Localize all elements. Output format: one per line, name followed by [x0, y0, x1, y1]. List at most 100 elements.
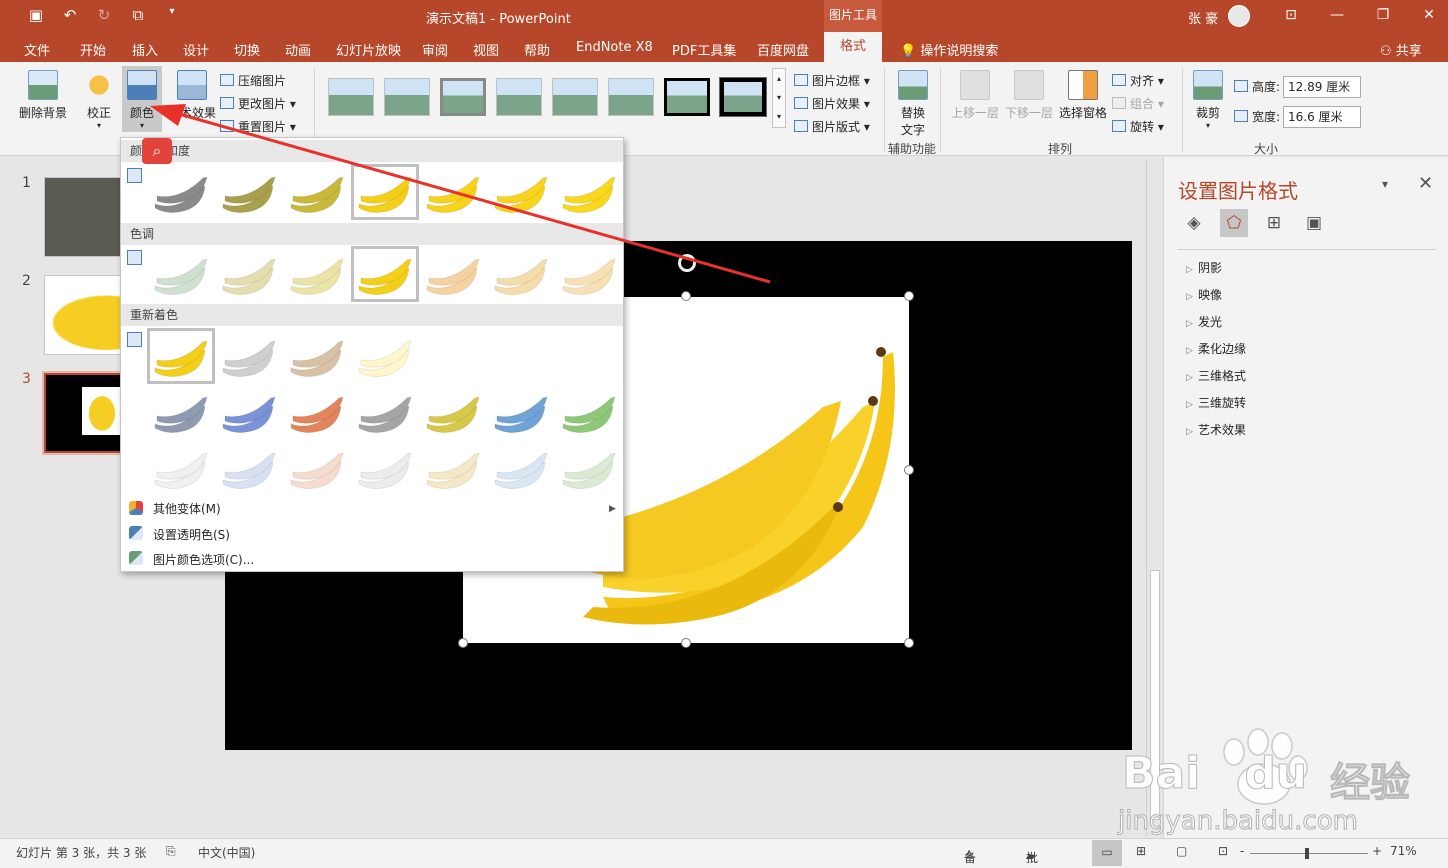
language-status[interactable]: 中文(中国) [198, 844, 255, 861]
recolor-swatch[interactable] [355, 332, 415, 380]
picture-layout-button[interactable]: 图片版式 ▾ [794, 118, 870, 135]
saturation-swatch[interactable] [151, 168, 211, 216]
recolor-swatch[interactable] [491, 444, 551, 492]
ribbon-display-icon[interactable]: ⊡ [1268, 0, 1314, 32]
saturation-swatch[interactable] [559, 168, 619, 216]
selection-pane-button[interactable]: 选择窗格 [1058, 70, 1108, 121]
slide-sorter-icon[interactable]: ⊞ [1136, 844, 1146, 858]
tab-file[interactable]: 文件 [24, 40, 50, 59]
normal-view-icon[interactable]: ▭ [1092, 840, 1122, 866]
recolor-swatch[interactable] [151, 444, 211, 492]
change-picture-button[interactable]: 更改图片 ▾ [220, 95, 296, 112]
recolor-swatch[interactable] [287, 444, 347, 492]
recolor-swatch[interactable] [355, 388, 415, 436]
tell-me-search[interactable]: 💡 操作说明搜索 [900, 40, 998, 59]
reset-picture-button[interactable]: 重置图片 ▾ [220, 118, 296, 135]
resize-handle[interactable] [904, 291, 914, 301]
recolor-swatch[interactable] [219, 444, 279, 492]
picture-style-5[interactable] [552, 78, 598, 116]
recolor-swatch[interactable] [491, 388, 551, 436]
pane-item-glow[interactable]: ▷ 发光 [1186, 313, 1222, 330]
tab-help[interactable]: 帮助 [524, 40, 550, 59]
picture-style-4[interactable] [496, 78, 542, 116]
zoom-in-button[interactable]: + [1372, 844, 1382, 858]
zoom-out-button[interactable]: - [1240, 844, 1244, 858]
alt-text-button[interactable]: 替换 文字 [894, 70, 932, 138]
picture-border-button[interactable]: 图片边框 ▾ [794, 72, 870, 89]
group-button[interactable]: 组合 ▾ [1112, 95, 1164, 112]
recolor-swatch[interactable] [559, 444, 619, 492]
picture-color-options-item[interactable]: 图片颜色选项(C)... [153, 551, 254, 568]
recolor-swatch[interactable] [355, 444, 415, 492]
height-input[interactable]: 12.89 厘米 [1283, 76, 1361, 98]
picture-style-7[interactable] [664, 78, 710, 116]
customize-qat-icon[interactable]: ▾ [162, 6, 182, 24]
resize-handle[interactable] [681, 638, 691, 648]
zoom-slider[interactable] [1250, 853, 1368, 854]
redo-icon[interactable]: ↻ [94, 6, 114, 24]
zoom-slider-knob[interactable] [1305, 848, 1309, 859]
width-input[interactable]: 16.6 厘米 [1283, 106, 1361, 128]
recolor-swatch[interactable] [219, 332, 279, 380]
resize-handle[interactable] [904, 465, 914, 475]
tone-swatch[interactable] [151, 250, 211, 298]
recolor-swatch[interactable] [287, 332, 347, 380]
tab-design[interactable]: 设计 [183, 40, 209, 59]
recolor-swatch[interactable] [219, 388, 279, 436]
resize-handle[interactable] [681, 291, 691, 301]
avatar[interactable] [1228, 5, 1250, 27]
close-icon[interactable]: ✕ [1418, 173, 1433, 194]
picture-effects-button[interactable]: 图片效果 ▾ [794, 95, 870, 112]
recolor-swatch[interactable] [287, 388, 347, 436]
saturation-swatch[interactable] [287, 168, 347, 216]
picture-style-3[interactable] [440, 78, 486, 116]
set-transparent-color-item[interactable]: 设置透明色(S) [153, 526, 230, 543]
tab-view[interactable]: 视图 [473, 40, 499, 59]
tab-transitions[interactable]: 切换 [234, 40, 260, 59]
minimize-icon[interactable]: — [1314, 0, 1360, 32]
user-name[interactable]: 张 豪 [1188, 8, 1218, 27]
picture-style-1[interactable] [328, 78, 374, 116]
tab-animations[interactable]: 动画 [285, 40, 311, 59]
send-backward-button[interactable]: 下移一层 [1004, 70, 1054, 121]
tab-home[interactable]: 开始 [80, 40, 106, 59]
tone-swatch[interactable] [423, 250, 483, 298]
zoom-level[interactable]: 71% [1390, 844, 1417, 858]
tone-swatch[interactable] [287, 250, 347, 298]
tab-pdf-tools[interactable]: PDF工具集 [672, 40, 736, 59]
saturation-swatch[interactable] [219, 168, 279, 216]
pane-item-3d-rotation[interactable]: ▷ 三维旋转 [1186, 394, 1246, 411]
rotate-button[interactable]: 旋转 ▾ [1112, 118, 1164, 135]
size-properties-icon[interactable]: ⊞ [1260, 209, 1288, 237]
pane-item-shadow[interactable]: ▷ 阴影 [1186, 259, 1222, 276]
save-icon[interactable]: ▣ [26, 6, 46, 24]
rotate-handle[interactable] [678, 254, 696, 272]
artistic-effects-button[interactable]: 艺术效果 [168, 70, 216, 121]
tab-slideshow[interactable]: 幻灯片放映 [336, 40, 401, 59]
recolor-swatch[interactable] [147, 328, 215, 384]
pane-item-3d-format[interactable]: ▷ 三维格式 [1186, 367, 1246, 384]
saturation-swatch[interactable] [491, 168, 551, 216]
recolor-swatch[interactable] [423, 444, 483, 492]
bring-forward-button[interactable]: 上移一层 [950, 70, 1000, 121]
resize-handle[interactable] [904, 638, 914, 648]
undo-icon[interactable]: ↶ [60, 6, 80, 24]
tone-swatch[interactable] [559, 250, 619, 298]
tone-swatch[interactable] [491, 250, 551, 298]
resize-handle[interactable] [458, 638, 468, 648]
picture-style-2[interactable] [384, 78, 430, 116]
spellcheck-icon[interactable]: ⎘ [166, 844, 176, 859]
recolor-swatch[interactable] [491, 332, 551, 380]
picture-style-6[interactable] [608, 78, 654, 116]
compress-pictures-button[interactable]: 压缩图片 [220, 72, 286, 89]
tab-baidu-netdisk[interactable]: 百度网盘 [757, 40, 809, 59]
fill-line-icon[interactable]: ◈ [1180, 209, 1208, 237]
restore-icon[interactable]: ❐ [1360, 0, 1406, 32]
close-icon[interactable]: ✕ [1406, 0, 1448, 32]
saturation-swatch[interactable] [351, 164, 419, 220]
pane-item-soft-edges[interactable]: ▷ 柔化边缘 [1186, 340, 1246, 357]
align-button[interactable]: 对齐 ▾ [1112, 72, 1164, 89]
corrections-button[interactable]: 校正 ▾ [82, 70, 116, 130]
gallery-scroll[interactable]: ▴ ▾ ▾ [772, 68, 786, 128]
tab-review[interactable]: 审阅 [422, 40, 448, 59]
